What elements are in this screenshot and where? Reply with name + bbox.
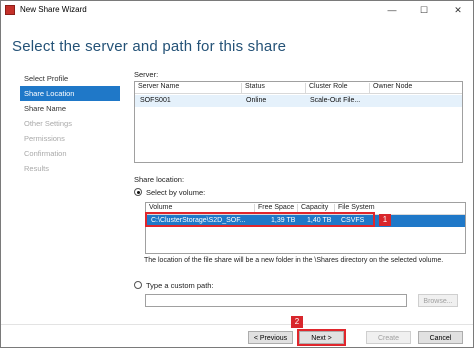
step-share-name[interactable]: Share Name bbox=[20, 101, 120, 116]
page-title: Select the server and path for this shar… bbox=[12, 38, 287, 55]
custom-path-input[interactable] bbox=[145, 294, 407, 307]
wizard-steps: Select Profile Share Location Share Name… bbox=[20, 71, 120, 176]
server-label: Server: bbox=[134, 70, 159, 79]
share-location-label: Share location: bbox=[134, 175, 185, 184]
step-select-profile[interactable]: Select Profile bbox=[20, 71, 120, 86]
step-permissions: Permissions bbox=[24, 134, 65, 143]
browse-button[interactable]: Browse... bbox=[418, 294, 458, 307]
custom-path-radio[interactable] bbox=[134, 281, 142, 289]
column-server-name[interactable]: Server Name bbox=[135, 83, 242, 93]
server-list-header: Server Name Status Cluster Role Owner No… bbox=[135, 82, 462, 94]
volume-note: The location of the file share will be a… bbox=[144, 257, 444, 264]
step-confirmation: Confirmation bbox=[24, 149, 67, 158]
server-status-cell: Online bbox=[246, 97, 267, 104]
column-owner-node[interactable]: Owner Node bbox=[370, 83, 462, 93]
server-name-cell: SOFS001 bbox=[140, 97, 171, 104]
close-button[interactable]: ✕ bbox=[447, 1, 469, 19]
column-status[interactable]: Status bbox=[242, 83, 306, 93]
footer-separator bbox=[1, 324, 473, 325]
step-other-settings: Other Settings bbox=[24, 119, 72, 128]
select-by-volume-radio[interactable] bbox=[134, 188, 142, 196]
minimize-button[interactable]: — bbox=[381, 1, 403, 19]
server-row[interactable]: SOFS001 Online Scale-Out File... bbox=[135, 95, 462, 107]
title-bar: New Share Wizard — ☐ ✕ bbox=[1, 1, 473, 21]
wizard-window: New Share Wizard — ☐ ✕ Select the server… bbox=[0, 0, 474, 348]
create-button[interactable]: Create bbox=[366, 331, 411, 344]
next-button-highlight bbox=[297, 329, 346, 346]
step-results: Results bbox=[24, 164, 50, 173]
custom-path-label[interactable]: Type a custom path: bbox=[146, 281, 214, 290]
volume-row-highlight bbox=[145, 212, 375, 227]
cancel-button[interactable]: Cancel bbox=[418, 331, 463, 344]
window-title: New Share Wizard bbox=[20, 5, 87, 14]
annotation-badge-2: 2 bbox=[291, 316, 303, 328]
step-share-location[interactable]: Share Location bbox=[20, 86, 120, 101]
volume-list[interactable]: Volume Free Space Capacity File System C… bbox=[145, 202, 466, 254]
app-icon bbox=[5, 5, 15, 15]
maximize-button[interactable]: ☐ bbox=[413, 1, 435, 19]
select-by-volume-label[interactable]: Select by volume: bbox=[146, 188, 205, 197]
server-list[interactable]: Server Name Status Cluster Role Owner No… bbox=[134, 81, 463, 163]
annotation-badge-1: 1 bbox=[379, 214, 391, 226]
wizard-header: Select the server and path for this shar… bbox=[1, 20, 473, 66]
column-cluster-role[interactable]: Cluster Role bbox=[306, 83, 370, 93]
server-role-cell: Scale-Out File... bbox=[310, 97, 361, 104]
previous-button[interactable]: < Previous bbox=[248, 331, 293, 344]
